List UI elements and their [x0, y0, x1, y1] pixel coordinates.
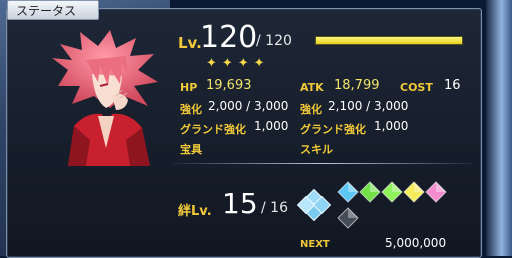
atk-fou-label: 強化 — [300, 103, 322, 116]
level-max: / 120 — [256, 33, 292, 49]
bond-level-value: 15 — [222, 187, 258, 220]
skill-label[interactable]: スキル — [300, 141, 333, 157]
level-label: Lv. — [178, 34, 202, 52]
background-right-edge — [486, 0, 512, 256]
hp-label: HP — [180, 81, 198, 94]
atk-fou-value: 2,100 / 3,000 — [328, 99, 409, 113]
bond-level-max: / 16 — [261, 200, 288, 216]
hp-grand-label: グランド強化 — [180, 123, 246, 136]
bond-gem-highlight — [436, 182, 446, 192]
next-bond-points: 5,000,000 — [385, 236, 447, 250]
cost-value: 16 — [444, 78, 461, 93]
bond-level-label: 絆Lv. — [178, 204, 212, 219]
atk-label: ATK — [300, 81, 324, 94]
servant-portrait[interactable] — [50, 30, 162, 166]
atk-grand-value: 1,000 — [374, 119, 409, 133]
bond-cluster-gem-icon — [296, 188, 332, 222]
hp-value: 19,693 — [206, 78, 252, 93]
level-progress-fill — [316, 37, 462, 44]
hp-fou-label: 強化 — [180, 103, 202, 116]
cost-label: COST — [400, 81, 433, 94]
atk-grand-label: グランド強化 — [300, 123, 366, 136]
bond-gems — [296, 181, 447, 229]
panel-title-tab: ステータス — [7, 0, 99, 20]
np-label[interactable]: 宝具 — [180, 141, 202, 157]
next-label: NEXT — [300, 239, 330, 250]
bond-gem-highlight — [392, 182, 402, 192]
bond-gem-highlight — [370, 182, 380, 192]
hp-grand-value: 1,000 — [254, 119, 289, 133]
level-value: 120 — [200, 20, 258, 55]
hp-fou-value: 2,000 / 3,000 — [208, 99, 289, 113]
bond-gem-highlight — [414, 182, 424, 192]
bond-gem-highlight — [348, 182, 358, 192]
rarity-stars-icon: ✦✦✦✦ — [206, 56, 270, 71]
bond-gem-highlight — [348, 208, 358, 218]
section-divider — [172, 163, 472, 164]
atk-value: 18,799 — [334, 78, 380, 93]
level-progress-bar — [315, 36, 463, 45]
